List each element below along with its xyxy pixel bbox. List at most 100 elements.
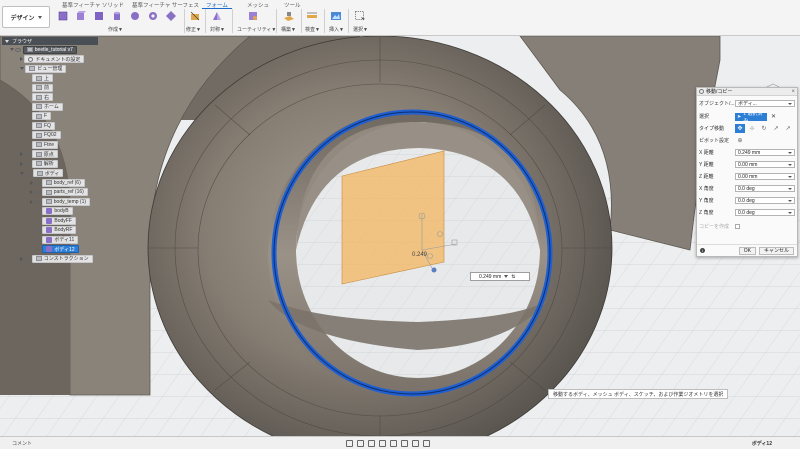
tree-item-view[interactable]: 前 xyxy=(2,83,98,93)
tree-item-bodies[interactable]: ボディ xyxy=(2,169,98,179)
plane-icon[interactable] xyxy=(94,11,104,21)
tab-mesh[interactable]: メッシュ xyxy=(247,1,269,9)
viewports-icon[interactable] xyxy=(423,440,430,447)
tree-item-view[interactable]: FQ02 xyxy=(2,131,98,141)
visibility-icon[interactable] xyxy=(24,152,31,157)
tab-tools[interactable]: ツール xyxy=(284,1,301,9)
create-form-icon[interactable] xyxy=(58,11,68,21)
visibility-icon[interactable] xyxy=(24,161,31,166)
cylinder-icon[interactable] xyxy=(112,11,122,21)
tree-item-view[interactable]: Ftire xyxy=(2,140,98,150)
look-at-icon[interactable] xyxy=(357,440,364,447)
browser-header[interactable]: ブラウザ xyxy=(2,37,98,45)
tree-item-body-group[interactable]: parts_ref (16) xyxy=(2,188,98,198)
chevron-down-icon[interactable] xyxy=(504,275,509,278)
free-move-icon[interactable]: ✥ xyxy=(735,124,745,133)
tree-item-view[interactable]: ホーム xyxy=(2,102,98,112)
tree-item-body[interactable]: bodyB xyxy=(2,207,98,217)
flip-icon[interactable]: ⇅ xyxy=(511,274,515,280)
expand-icon[interactable] xyxy=(20,161,23,166)
selection-button[interactable]: ➤ 1 選択済み xyxy=(735,111,767,124)
y-angle-input[interactable]: 0.0 deg xyxy=(735,197,795,204)
info-icon[interactable]: i xyxy=(700,248,705,253)
tree-item-analysis[interactable]: 解析 xyxy=(2,159,98,169)
construct-icon[interactable] xyxy=(284,11,294,21)
torus-icon[interactable] xyxy=(148,11,158,21)
modify-menu[interactable]: 修正▼ xyxy=(186,26,201,33)
fit-icon[interactable] xyxy=(390,440,397,447)
expand-icon[interactable] xyxy=(10,48,14,52)
x-angle-input[interactable]: 0.0 deg xyxy=(735,185,795,192)
construct-menu[interactable]: 構築▼ xyxy=(281,26,296,33)
tree-item-view[interactable]: 上 xyxy=(2,74,98,84)
tree-item-view[interactable]: 右 xyxy=(2,93,98,103)
zoom-icon[interactable] xyxy=(379,440,386,447)
visibility-icon[interactable] xyxy=(34,180,41,185)
grid-icon[interactable] xyxy=(412,440,419,447)
z-angle-input[interactable]: 0.0 deg xyxy=(735,209,795,216)
tree-root[interactable]: beetle_tutorial v7 xyxy=(2,45,98,55)
tree-item-body[interactable]: ボディ11 xyxy=(2,235,98,245)
x-distance-input[interactable]: 0.249 mm xyxy=(735,149,795,156)
workspace-switcher[interactable]: デザイン xyxy=(2,6,50,28)
tree-item-construction[interactable]: コンストラクション xyxy=(2,254,98,264)
visibility-icon[interactable] xyxy=(25,171,32,176)
y-distance-input[interactable]: 0.00 mm xyxy=(735,161,795,168)
utilities-icon[interactable] xyxy=(248,11,258,21)
object-type-select[interactable]: ボディ... xyxy=(735,100,795,107)
collapse-icon[interactable] xyxy=(5,39,9,43)
visibility-icon[interactable] xyxy=(35,218,41,223)
tree-item-origin[interactable]: 原点 xyxy=(2,150,98,160)
ok-button[interactable]: OK xyxy=(738,246,756,255)
clear-selection-icon[interactable]: ✕ xyxy=(771,113,776,120)
z-distance-input[interactable]: 0.00 mm xyxy=(735,173,795,180)
select-menu[interactable]: 選択▼ xyxy=(353,26,368,33)
inspect-menu[interactable]: 検査▼ xyxy=(305,26,320,33)
cancel-button[interactable]: キャンセル xyxy=(758,246,794,255)
tree-item-body-group[interactable]: body_temp (1) xyxy=(2,197,98,207)
tree-item-named-views[interactable]: ビュー管理 xyxy=(2,64,98,74)
insert-image-icon[interactable] xyxy=(331,11,341,21)
expand-icon[interactable] xyxy=(30,190,33,195)
dialog-title-bar[interactable]: 移動/コピー × xyxy=(697,88,797,96)
tree-item-view[interactable]: F xyxy=(2,112,98,122)
insert-menu[interactable]: 挿入▼ xyxy=(329,26,344,33)
visibility-icon[interactable] xyxy=(35,237,41,242)
point-to-position-icon[interactable]: ↗ xyxy=(783,124,793,133)
symmetry-icon[interactable] xyxy=(212,11,222,21)
orbit-icon[interactable] xyxy=(346,440,353,447)
close-icon[interactable]: × xyxy=(791,89,795,95)
rotate-icon[interactable]: ↻ xyxy=(759,124,769,133)
quadball-icon[interactable] xyxy=(166,11,176,21)
utilities-menu[interactable]: ユーティリティ▼ xyxy=(237,26,276,33)
canvas-viewport[interactable]: 0.249 xyxy=(0,36,800,436)
visibility-icon[interactable] xyxy=(24,256,31,261)
visibility-icon[interactable] xyxy=(35,228,41,233)
expand-icon[interactable] xyxy=(30,199,33,204)
expand-icon[interactable] xyxy=(20,67,24,71)
pivot-icon[interactable]: ⊕ xyxy=(735,136,745,145)
visibility-icon[interactable] xyxy=(15,47,22,52)
visibility-icon[interactable] xyxy=(34,199,41,204)
sphere-icon[interactable] xyxy=(130,11,140,21)
translate-icon[interactable]: ⊹ xyxy=(747,124,757,133)
comments-label[interactable]: コメント xyxy=(12,440,32,447)
measure-icon[interactable] xyxy=(307,11,317,21)
tree-item-body[interactable]: BodyRF xyxy=(2,226,98,236)
box-icon[interactable] xyxy=(76,11,86,21)
tree-item-body[interactable]: BodyFF xyxy=(2,216,98,226)
tab-surface[interactable]: 基準フィーチャ サーフェス xyxy=(132,1,199,9)
expand-icon[interactable] xyxy=(20,256,23,261)
distance-input-overlay[interactable]: 0.249 mm ⇅ xyxy=(470,272,530,281)
display-settings-icon[interactable] xyxy=(401,440,408,447)
expand-icon[interactable] xyxy=(30,180,33,185)
tree-item-document[interactable]: beetle_tutorial v7 xyxy=(22,45,77,54)
tree-item-view[interactable]: FQ xyxy=(2,121,98,131)
expand-icon[interactable] xyxy=(20,152,23,157)
tab-solid[interactable]: 基準フィーチャ ソリッド xyxy=(62,1,124,9)
tree-item-doc-settings[interactable]: ドキュメントの設定 xyxy=(2,55,98,65)
pan-icon[interactable] xyxy=(368,440,375,447)
visibility-icon[interactable] xyxy=(35,247,41,252)
point-to-point-icon[interactable]: ↗ xyxy=(771,124,781,133)
expand-icon[interactable] xyxy=(20,57,23,62)
